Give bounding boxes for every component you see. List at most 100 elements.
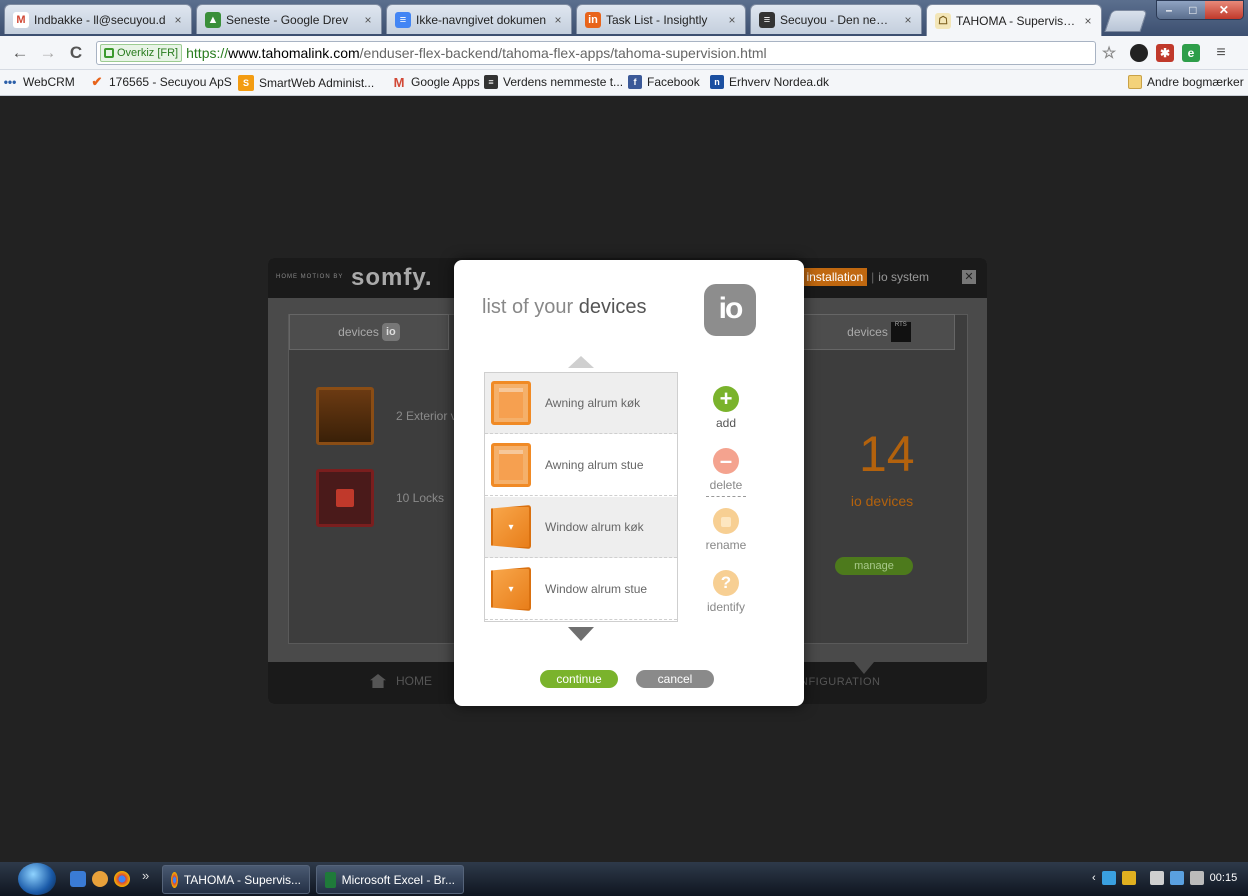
bookmark-label: Erhverv Nordea.dk <box>729 75 830 89</box>
bookmark-label: SmartWeb Administ... <box>259 76 375 90</box>
reload-button[interactable]: C <box>66 43 86 63</box>
tab-secuyou[interactable]: ≡ Secuyou - Den nemmest × <box>750 4 922 34</box>
nav-item-installation[interactable]: installation <box>802 268 868 286</box>
address-bar[interactable]: Overkiz [FR] https://www.tahomalink.com/… <box>96 41 1096 65</box>
list-item[interactable]: Window alrum stue <box>485 559 677 620</box>
bookmark-label: Verdens nemmeste t... <box>503 75 624 89</box>
io-device-count-label: io devices <box>850 493 914 509</box>
tray-app-icon[interactable] <box>1121 871 1136 885</box>
windows-taskbar: » TAHOMA - Supervis... Microsoft Excel -… <box>0 862 1248 896</box>
tab-io-devices[interactable]: devices io <box>289 314 449 350</box>
list-item[interactable]: Awning alrum stue <box>485 435 677 496</box>
power-icon[interactable] <box>1149 871 1164 885</box>
bookmark-facebook[interactable]: f Facebook <box>628 75 700 89</box>
bookmark-smartweb[interactable]: S SmartWeb Administ... <box>238 75 374 91</box>
app-close-button[interactable]: ✕ <box>962 270 976 284</box>
close-icon[interactable]: × <box>725 13 739 27</box>
back-button[interactable]: ← <box>10 43 30 63</box>
maximize-button[interactable]: □ <box>1180 1 1205 19</box>
taskbar-item-label: Microsoft Excel - Br... <box>341 872 455 887</box>
forward-button[interactable]: → <box>38 43 58 63</box>
bookmark-verdens[interactable]: ≡ Verdens nemmeste t... <box>484 75 623 89</box>
taskbar-item-label: TAHOMA - Supervis... <box>183 872 301 887</box>
ssl-badge[interactable]: Overkiz [FR] <box>100 44 183 62</box>
url-host: www.tahomalink.com <box>228 45 360 61</box>
page-icon: ≡ <box>484 75 498 89</box>
device-name: Awning alrum køk <box>545 396 641 410</box>
somfy-tagline-logo: HOME MOTION BY <box>276 274 344 280</box>
list-item[interactable]: Window alrum køk <box>485 497 677 558</box>
continue-button[interactable]: continue <box>540 670 618 688</box>
list-item[interactable]: Awning alrum køk <box>485 373 677 434</box>
url-scheme: https:// <box>186 45 229 61</box>
dialog-title-bold: devices <box>578 296 647 318</box>
tab-label: Task List - Insightly <box>606 12 708 27</box>
bookmark-webcrm[interactable]: ••• WebCRM <box>2 75 75 89</box>
device-category-exterior[interactable]: 2 Exterior v <box>316 387 457 445</box>
bookmark-google-apps[interactable]: M Google Apps <box>392 75 480 90</box>
identify-device-button[interactable]: ? identify <box>700 570 752 614</box>
home-label: HOME <box>396 674 432 688</box>
config-indicator <box>854 662 874 674</box>
tray-expand-icon[interactable]: ‹ <box>1092 872 1096 884</box>
minimize-button[interactable]: – <box>1157 1 1181 19</box>
cancel-button[interactable]: cancel <box>636 670 714 688</box>
taskbar-item-tahoma[interactable]: TAHOMA - Supervis... <box>162 865 310 894</box>
window-icon <box>491 567 531 611</box>
close-icon[interactable]: × <box>901 13 915 27</box>
close-icon[interactable]: × <box>1081 14 1095 28</box>
add-device-button[interactable]: + add <box>700 386 752 430</box>
nav-separator: | <box>871 270 875 284</box>
firefox-icon[interactable] <box>92 871 108 887</box>
close-icon[interactable]: × <box>171 13 185 27</box>
chrome-icon[interactable] <box>114 871 130 887</box>
awning-icon <box>491 381 531 425</box>
category-label: 2 Exterior v <box>396 409 457 423</box>
ssl-label: Overkiz [FR] <box>117 47 179 59</box>
start-button[interactable] <box>18 863 56 895</box>
category-label: 10 Locks <box>396 491 445 505</box>
volume-icon[interactable] <box>1189 871 1204 885</box>
star-icon[interactable]: ☆ <box>1100 44 1118 62</box>
rename-label: rename <box>705 538 747 552</box>
clock[interactable]: 00:15 <box>1210 872 1238 884</box>
configuration-button[interactable]: NFIGURATION <box>800 676 880 688</box>
tab-docs[interactable]: ≡ Ikke-navngivet dokumen × <box>386 4 572 34</box>
quick-launch-more-icon[interactable]: » <box>142 868 149 883</box>
tab-insightly[interactable]: in Task List - Insightly × <box>576 4 746 34</box>
tahoma-icon: ☖ <box>935 12 951 29</box>
window-close-button[interactable]: ✕ <box>1204 1 1243 19</box>
tab-gmail[interactable]: M Indbakke - ll@secuyou.d × <box>4 4 192 34</box>
delete-device-button[interactable]: – delete <box>700 448 752 492</box>
scroll-up-arrow-icon[interactable] <box>568 356 594 368</box>
url-text: https://www.tahomalink.com/enduser-flex-… <box>186 45 767 61</box>
bookmark-other[interactable]: Andre bogmærker <box>1128 75 1244 89</box>
menu-icon[interactable]: ≡ <box>1212 44 1230 62</box>
scroll-down-arrow-icon[interactable] <box>568 627 594 641</box>
plus-icon: + <box>713 386 739 412</box>
tab-io-label: devices <box>338 325 379 339</box>
bookmark-nordea[interactable]: n Erhverv Nordea.dk <box>710 75 829 89</box>
rename-device-button[interactable]: rename <box>700 508 752 552</box>
network-icon[interactable] <box>1169 871 1184 885</box>
extension-green-icon[interactable]: e <box>1182 44 1200 62</box>
tab-tahoma[interactable]: ☖ TAHOMA - Supervision × <box>926 4 1102 36</box>
device-list: Awning alrum køk Awning alrum stue Windo… <box>484 372 678 622</box>
bookmark-secuyou-crm[interactable]: ✔ 176565 - Secuyou ApS <box>90 74 232 89</box>
close-icon[interactable]: × <box>361 13 375 27</box>
extension-red-icon[interactable]: ✱ <box>1156 44 1174 62</box>
extension-globe-icon[interactable] <box>1130 44 1148 62</box>
new-tab-button[interactable] <box>1104 10 1148 32</box>
close-icon[interactable]: × <box>551 13 565 27</box>
tab-rts-devices[interactable]: devices RTS <box>803 314 955 350</box>
dialog-title: list of your devices <box>482 296 647 319</box>
tab-drive[interactable]: ▲ Seneste - Google Drev × <box>196 4 382 34</box>
manage-button[interactable]: manage <box>835 557 913 575</box>
device-category-locks[interactable]: 10 Locks <box>316 469 444 527</box>
show-desktop-icon[interactable] <box>70 871 86 887</box>
nav-item-io-system[interactable]: io system <box>878 270 929 284</box>
excel-icon <box>325 871 336 888</box>
taskbar-item-excel[interactable]: Microsoft Excel - Br... <box>316 865 464 894</box>
drive-sync-icon[interactable] <box>1101 871 1116 885</box>
home-button[interactable]: HOME <box>370 674 432 688</box>
